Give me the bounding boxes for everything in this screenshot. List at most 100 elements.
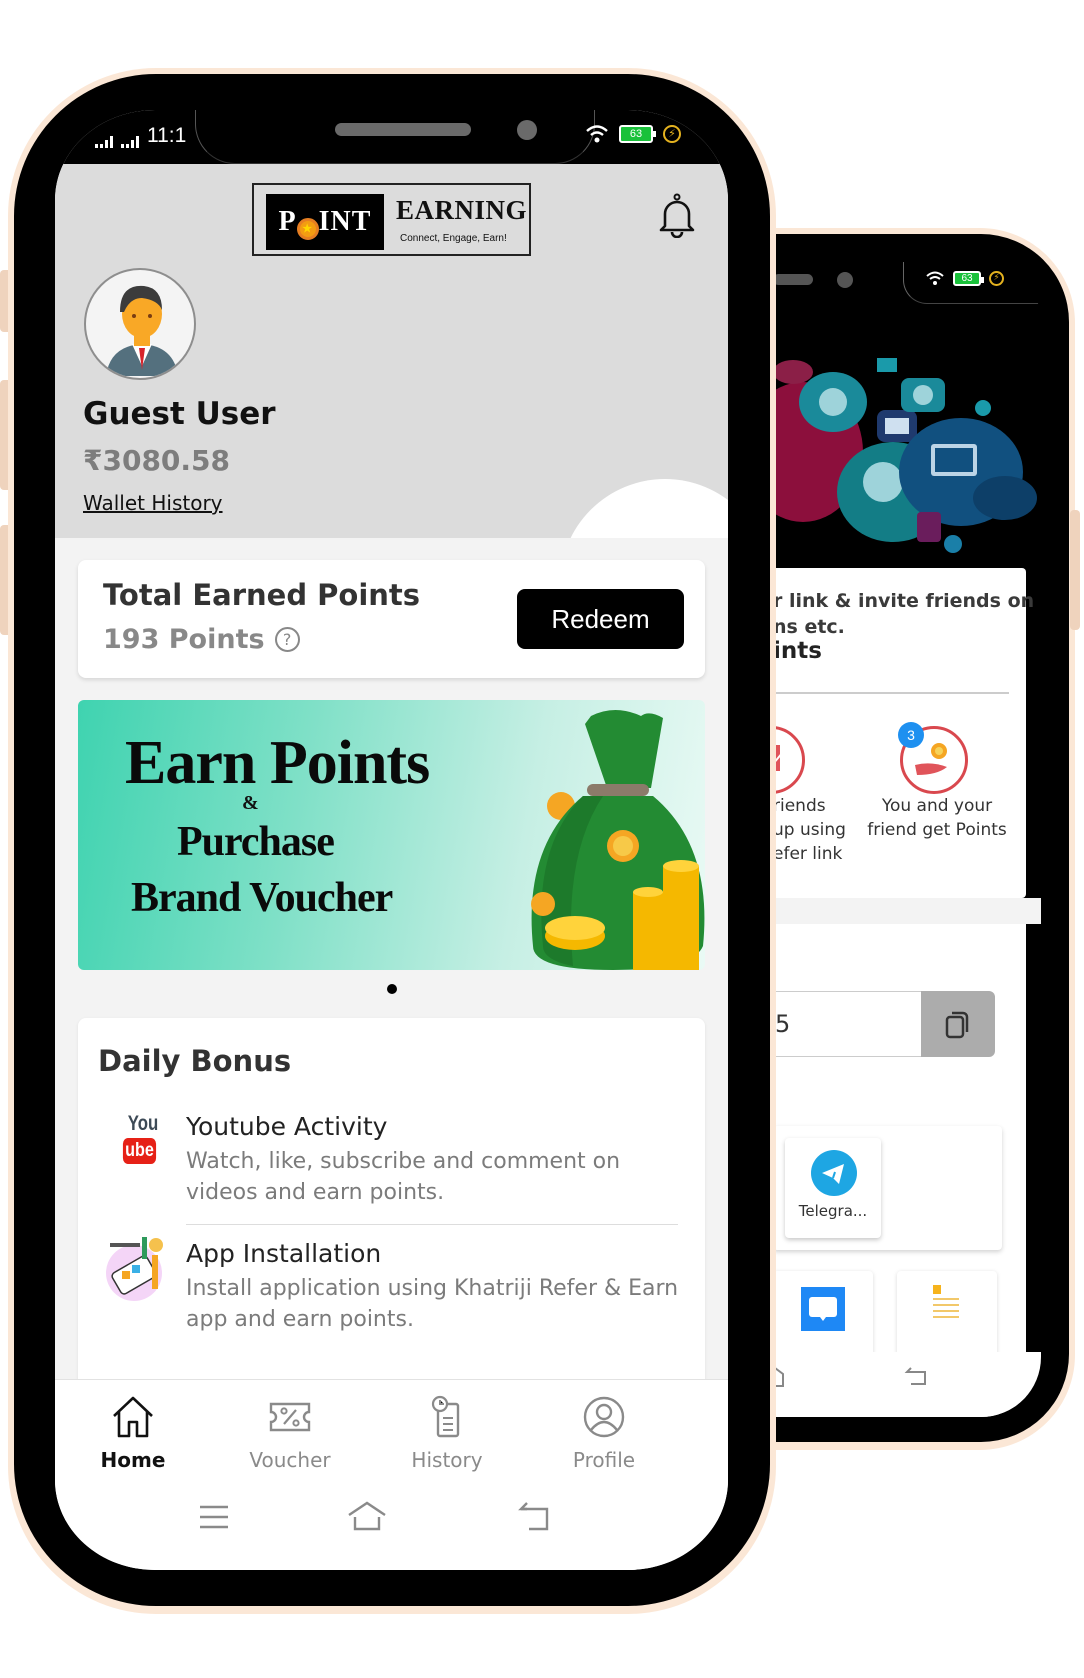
- banner-ampersand: &: [242, 792, 259, 814]
- system-back-icon[interactable]: [903, 1366, 927, 1388]
- nav-label: History: [411, 1448, 483, 1472]
- back-icon[interactable]: [515, 1497, 555, 1537]
- bonus-item-youtube[interactable]: You ube Youtube Activity Watch, like, su…: [78, 1112, 705, 1232]
- share-apps-card: Telegra...: [773, 1126, 1002, 1250]
- telegram-label: Telegra...: [798, 1202, 868, 1220]
- nav-label: Home: [100, 1448, 166, 1472]
- coin-icon: ★: [296, 218, 319, 240]
- app-logo: P ★ INT EARNING Connect, Engage, Earn!: [252, 183, 531, 256]
- logo-point: P ★ INT: [266, 194, 384, 250]
- wifi-icon: [586, 125, 608, 143]
- nav-history[interactable]: History: [377, 1394, 517, 1484]
- social-network-illustration: [773, 312, 1041, 570]
- step1-line3: efer link: [773, 844, 843, 864]
- youtube-text-tube: ube: [122, 1138, 157, 1164]
- step1-line1: riends: [773, 796, 826, 816]
- history-icon: [431, 1395, 460, 1438]
- status-right: 63 ⚡: [585, 124, 681, 144]
- step-reward-label: You and your friend get Points: [867, 794, 1007, 842]
- youtube-text-you: You: [127, 1112, 159, 1135]
- banner-subtitle-1: Purchase: [177, 819, 335, 865]
- avatar[interactable]: [84, 268, 196, 380]
- status-bar: 11:1 63 ⚡: [55, 110, 728, 164]
- copy-code-button[interactable]: [921, 991, 995, 1057]
- share-telegram-button[interactable]: Telegra...: [785, 1138, 881, 1238]
- share-notes-button[interactable]: [897, 1271, 997, 1361]
- mail-icon: [885, 418, 909, 434]
- app-install-icon: [106, 1237, 163, 1301]
- money-bag-icon: [531, 710, 705, 970]
- invite-text: r link & invite friends on ns etc.: [773, 588, 1034, 640]
- bonus-item-name: App Installation: [186, 1239, 382, 1268]
- help-icon[interactable]: ?: [274, 627, 300, 652]
- home-content: Total Earned Points 193 Points ? Redeem …: [55, 538, 728, 1438]
- total-points-card: Total Earned Points 193 Points ? Redeem: [78, 560, 705, 678]
- divider: [186, 1224, 678, 1225]
- logo-letter-p: P: [278, 206, 297, 237]
- speaker: [335, 123, 471, 136]
- battery-icon: 63: [953, 270, 984, 286]
- monitor-screen: [935, 448, 973, 472]
- profile-header: P ★ INT EARNING Connect, Engage, Earn! Gue…: [55, 164, 728, 689]
- system-navigation: [55, 1489, 728, 1570]
- home-icon: [113, 1396, 153, 1438]
- bonus-item-description: Watch, like, subscribe and comment on vi…: [186, 1149, 621, 1205]
- menu-icon[interactable]: [194, 1497, 234, 1537]
- left-phone-screen: 11:1 63 ⚡ P ★ INT EARNING Connect, Engage,…: [55, 110, 728, 1570]
- promo-banner[interactable]: Earn Points & Purchase Brand Voucher: [78, 700, 705, 970]
- youtube-icon: You ube: [104, 1112, 172, 1180]
- step2-line1: You and your: [881, 796, 993, 816]
- step1-line2: up using: [773, 820, 846, 840]
- battery-icon: 63: [619, 125, 656, 143]
- share-messages-button[interactable]: [773, 1271, 873, 1361]
- wifi-icon: [926, 271, 944, 285]
- wallet-balance: ₹3080.58: [83, 444, 231, 477]
- carousel-indicator[interactable]: [387, 984, 397, 994]
- step-signup-circle: [773, 726, 805, 794]
- messages-icon: [801, 1287, 845, 1331]
- referral-code-field[interactable]: 5: [773, 991, 925, 1057]
- invite-text-line2: ns etc.: [773, 616, 845, 638]
- logo-tagline: Connect, Engage, Earn!: [400, 233, 507, 244]
- refer-steps-card: r link & invite friends on ns etc. ints …: [773, 568, 1034, 898]
- user-name: Guest User: [83, 396, 276, 432]
- wallet-history-link[interactable]: Wallet History: [83, 491, 223, 515]
- envelope-icon: [877, 358, 897, 372]
- nav-profile[interactable]: Profile: [534, 1394, 674, 1484]
- invite-text-line1: r link & invite friends on: [773, 590, 1035, 612]
- camera-icon: [944, 535, 962, 553]
- system-home-icon[interactable]: [347, 1497, 387, 1537]
- signal-icon: [95, 134, 113, 148]
- separator: [773, 898, 1041, 924]
- nav-label: Profile: [572, 1448, 636, 1472]
- bubble-dark: [973, 476, 1037, 520]
- step2-line2: friend get Points: [867, 820, 1007, 840]
- charging-icon: ⚡: [663, 125, 681, 143]
- chart-bubble: [917, 512, 941, 542]
- nav-label: Voucher: [249, 1448, 331, 1472]
- nav-voucher[interactable]: Voucher: [220, 1394, 360, 1484]
- total-points-title: Total Earned Points: [103, 578, 421, 612]
- signal-icon: [121, 134, 139, 148]
- step-signup-label: riends up using efer link: [773, 794, 846, 866]
- web-icon: [913, 385, 933, 405]
- nav-home[interactable]: Home: [63, 1394, 203, 1484]
- twitter-icon: [975, 400, 991, 416]
- copy-icon: [945, 1011, 969, 1039]
- bubble-small: [773, 360, 813, 384]
- speaker: [773, 274, 813, 285]
- right-phone-side-button: [1070, 510, 1080, 630]
- daily-bonus-card: Daily Bonus You ube Youtube Activity Wat…: [78, 1018, 705, 1438]
- right-status-icons: 63 ⚡: [925, 270, 1004, 286]
- voucher-icon: [269, 1402, 311, 1432]
- redeem-button[interactable]: Redeem: [517, 589, 684, 649]
- bonus-item-name: Youtube Activity: [186, 1112, 388, 1141]
- step-count-badge: 3: [898, 722, 924, 748]
- bonus-item-app-install[interactable]: App Installation Install application usi…: [78, 1237, 705, 1359]
- notch: [195, 110, 595, 164]
- bottom-navigation: Home Voucher History Profile: [55, 1379, 728, 1489]
- telegram-icon: [811, 1150, 857, 1196]
- bell-icon[interactable]: [655, 192, 699, 238]
- right-phone-screen: 63 ⚡ r link & invite friends on ns etc. …: [773, 262, 1041, 1417]
- logo-letters-int: INT: [318, 206, 372, 237]
